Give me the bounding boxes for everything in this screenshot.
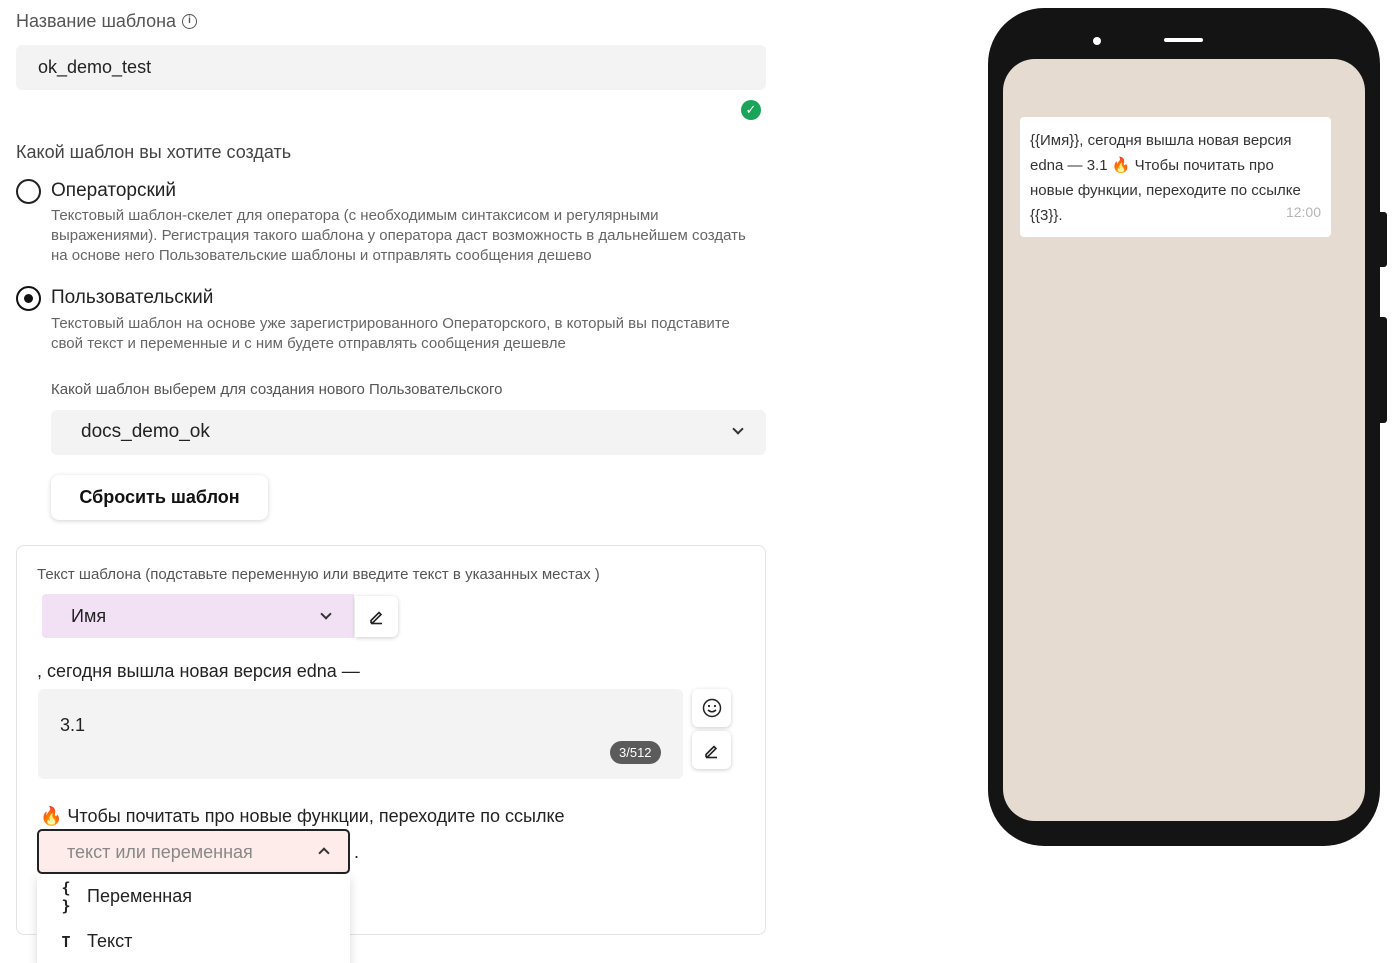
base-template-select[interactable]: docs_demo_ok <box>51 410 766 455</box>
template-name-label: Название шаблона i <box>16 11 198 32</box>
radio-operator-description: Текстовый шаблон-скелет для оператора (с… <box>51 207 746 264</box>
info-icon[interactable]: i <box>182 14 198 29</box>
slot-type-select[interactable]: текст или переменная <box>37 829 350 874</box>
phone-camera <box>1093 37 1101 45</box>
static-text-1: , сегодня вышла новая версия edna — <box>37 661 360 681</box>
emoji-button[interactable] <box>692 689 731 727</box>
phone-speaker <box>1164 38 1203 42</box>
base-template-label: Какой шаблон выберем для создания нового… <box>51 381 503 398</box>
slot-suffix: . <box>354 842 360 862</box>
chevron-down-icon <box>320 608 332 620</box>
text-input-area[interactable]: 3.1 3/512 <box>38 689 683 779</box>
radio-user-title[interactable]: Пользовательский <box>51 287 213 309</box>
slot-type-placeholder: текст или переменная <box>67 842 253 862</box>
menu-item-label: Переменная <box>87 886 192 906</box>
phone-volume-button <box>1379 212 1387 267</box>
base-template-value: docs_demo_ok <box>81 421 210 442</box>
template-text-label: Текст шаблона (подставьте переменную или… <box>37 566 600 583</box>
chevron-up-icon <box>318 847 330 859</box>
radio-user[interactable] <box>16 286 41 311</box>
message-bubble: {{Имя}}, сегодня вышла новая версия edna… <box>1020 117 1331 237</box>
text-input-value: 3.1 <box>60 715 86 735</box>
message-time: 12:00 <box>1285 204 1321 220</box>
reset-template-button[interactable]: Сбросить шаблон <box>51 475 268 520</box>
edit-text-button[interactable] <box>692 731 731 769</box>
pencil-icon <box>705 744 718 758</box>
template-type-question: Какой шаблон вы хотите создать <box>16 142 292 162</box>
message-text: {{Имя}}, сегодня вышла новая версия edna… <box>1030 132 1301 224</box>
phone-power-button <box>1379 317 1387 423</box>
pencil-icon <box>370 611 383 625</box>
smiley-icon <box>702 698 721 718</box>
slot-type-menu: { } Переменная T Текст <box>37 874 350 963</box>
radio-operator-title[interactable]: Операторский <box>51 180 176 202</box>
braces-icon: { } <box>61 878 71 915</box>
template-name-input[interactable] <box>16 45 766 90</box>
radio-user-description: Текстовый шаблон на основе уже зарегистр… <box>51 315 730 352</box>
text-icon: T <box>61 932 71 951</box>
variable-select[interactable]: Имя <box>42 594 354 638</box>
static-text-2: 🔥 Чтобы почитать про новые функции, пере… <box>40 806 565 826</box>
menu-item-variable[interactable]: { } Переменная <box>37 874 350 919</box>
menu-item-label: Текст <box>87 931 133 951</box>
check-circle-icon: ✓ <box>741 100 761 120</box>
chevron-down-icon <box>732 423 744 435</box>
variable-select-value: Имя <box>71 606 107 626</box>
char-counter: 3/512 <box>610 741 661 764</box>
menu-item-text[interactable]: T Текст <box>37 919 350 963</box>
edit-variable-button[interactable] <box>355 596 398 637</box>
radio-operator[interactable] <box>16 179 41 204</box>
